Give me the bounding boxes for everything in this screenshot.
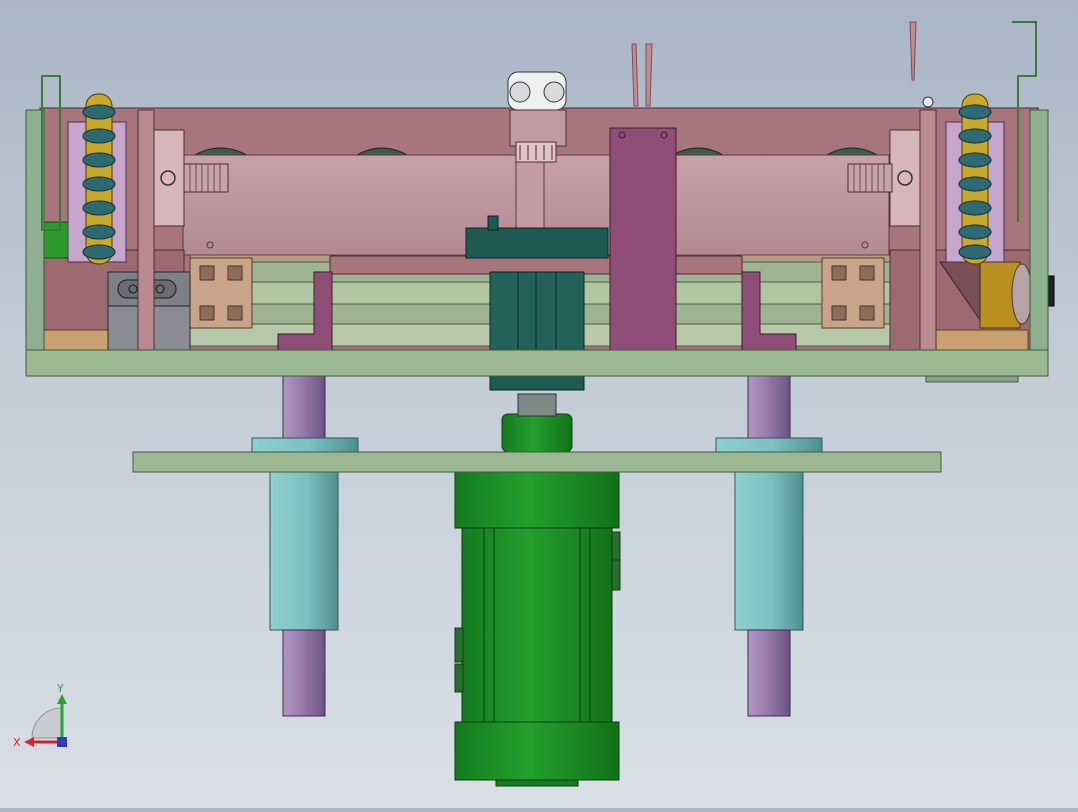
right-column-assembly [715,371,823,717]
left-flange [251,437,359,453]
right-profile-endcap [821,257,885,329]
right-flange [715,437,823,453]
motor-coupling [517,393,557,417]
right-bushing-column [734,469,804,631]
right-guide-shaft-lower [747,629,791,717]
left-column-assembly [251,371,359,717]
lower-mounting-plate [132,451,942,473]
center-magenta-bracket [609,127,677,353]
cylinder-body [489,271,585,353]
cad-viewport[interactable] [0,0,1078,808]
y-axis-label: Y [56,682,64,695]
y-axis-head [57,694,67,704]
x-axis-label: X [13,736,21,749]
z-axis-origin [57,737,67,747]
cylinder-head [465,227,609,259]
x-axis-head [24,737,34,747]
triad-graphic: Y X [13,682,67,749]
left-guide-shaft-lower [282,629,326,717]
left-sprocket-chain [82,93,116,265]
orientation-triad[interactable]: Y X [10,682,80,752]
left-profile-endcap [189,257,253,329]
crossbar [329,255,743,275]
triad-quadrant [31,707,63,739]
motor-coupling-housing [501,413,573,453]
motor-front-flange [454,469,620,529]
cad-assembly-drawing [25,21,1055,787]
upper-base-plate [25,349,1049,377]
top-probes [631,21,917,107]
right-sprocket-chain [958,93,992,265]
left-bushing-column [269,469,339,631]
motor-rear-cap [454,721,620,781]
